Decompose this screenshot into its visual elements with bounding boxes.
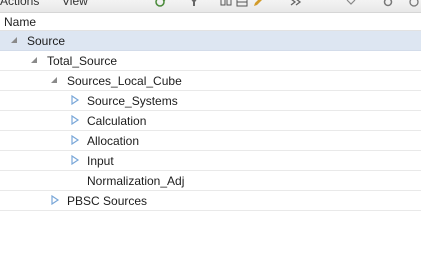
- tree-grid: Source Total_Source Sources_Local_Cube S…: [0, 31, 421, 211]
- collapsed-triangle-icon[interactable]: [70, 155, 80, 165]
- tree-node-label: Allocation: [87, 134, 140, 148]
- collapsed-triangle-icon[interactable]: [70, 135, 80, 145]
- expanded-triangle-icon[interactable]: [29, 55, 39, 65]
- toolbar: Actions View: [0, 0, 421, 13]
- collapse-icon[interactable]: [220, 0, 232, 7]
- tree-row[interactable]: Calculation: [0, 111, 421, 131]
- tree-node-label: PBSC Sources: [67, 194, 148, 208]
- tree-node-label: Calculation: [87, 114, 147, 128]
- collapsed-triangle-icon[interactable]: [70, 115, 80, 125]
- settings-icon[interactable]: [382, 0, 394, 7]
- tree-row[interactable]: Sources_Local_Cube: [0, 71, 421, 91]
- more-icon[interactable]: [345, 0, 357, 7]
- tree-node-label: Total_Source: [47, 54, 118, 68]
- expanded-triangle-icon[interactable]: [49, 75, 59, 85]
- tree-row[interactable]: PBSC Sources: [0, 191, 421, 211]
- tree-row[interactable]: Source_Systems: [0, 91, 421, 111]
- help-icon[interactable]: [408, 0, 420, 7]
- collapsed-triangle-icon[interactable]: [50, 195, 60, 205]
- tree-node-label: Input: [87, 154, 114, 168]
- menu-view[interactable]: View: [62, 0, 88, 8]
- menu-actions[interactable]: Actions: [0, 0, 39, 8]
- expanded-triangle-icon[interactable]: [9, 35, 19, 45]
- grid-header: Name: [0, 13, 421, 31]
- column-header-name[interactable]: Name: [4, 15, 36, 29]
- filter-icon[interactable]: [188, 0, 200, 7]
- collapsed-triangle-icon[interactable]: [70, 95, 80, 105]
- tree-row[interactable]: Normalization_Adj: [0, 171, 421, 191]
- refresh-icon[interactable]: [155, 0, 167, 7]
- grid-icon[interactable]: [236, 0, 248, 7]
- expand-icon[interactable]: [290, 0, 302, 7]
- edit-icon[interactable]: [252, 0, 264, 7]
- tree-node-label: Source: [27, 34, 66, 48]
- tree-row[interactable]: Source: [0, 31, 421, 51]
- tree-node-label: Source_Systems: [87, 94, 178, 108]
- tree-row[interactable]: Allocation: [0, 131, 421, 151]
- tree-row[interactable]: Total_Source: [0, 51, 421, 71]
- tree-node-label: Normalization_Adj: [87, 174, 185, 188]
- tree-node-label: Sources_Local_Cube: [67, 74, 182, 88]
- tree-row[interactable]: Input: [0, 151, 421, 171]
